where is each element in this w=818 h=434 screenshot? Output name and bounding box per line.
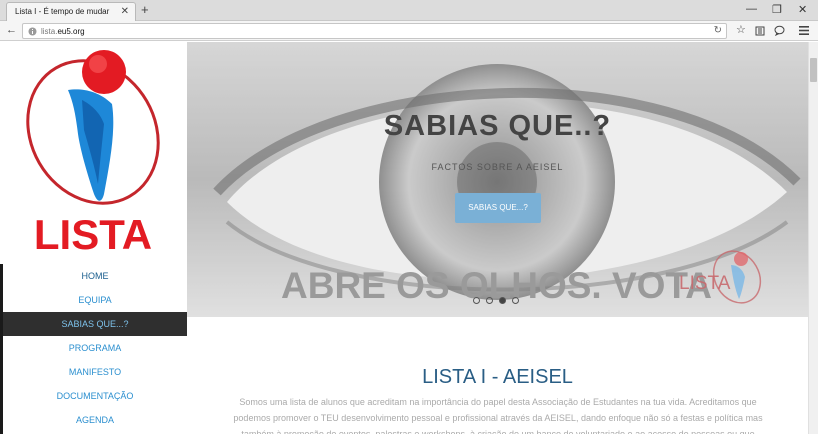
menu-item-documentacao[interactable]: DOCUMENTAÇÃO <box>3 384 187 408</box>
new-tab-button[interactable]: + <box>141 3 149 17</box>
site-info-icon[interactable] <box>28 27 37 36</box>
minimize-icon[interactable]: — <box>746 3 757 15</box>
window-close-icon[interactable]: ✕ <box>798 3 807 16</box>
slider-dots <box>473 291 525 309</box>
bookmark-star-icon[interactable]: ☆ <box>736 24 746 37</box>
lista-logo[interactable]: LISTA <box>20 44 166 261</box>
menu-item-home[interactable]: HOME <box>3 264 187 288</box>
reload-icon[interactable]: ↻ <box>714 25 722 36</box>
sabias-que-button[interactable]: SABIAS QUE...? <box>455 193 541 223</box>
slider-dot[interactable] <box>512 297 519 304</box>
intro-heading: LISTA I - AEISEL <box>422 366 573 388</box>
slider-dot[interactable] <box>486 297 493 304</box>
intro-paragraph: Somos uma lista de alunos que acreditam … <box>233 397 763 434</box>
browser-tab[interactable]: Lista I - É tempo de mudar ✕ <box>6 2 136 21</box>
back-arrow-icon[interactable]: ← <box>6 24 17 37</box>
slider-dot-active[interactable] <box>499 297 506 304</box>
tab-title: Lista I - É tempo de mudar <box>15 7 110 16</box>
sidebar: LISTA HOME EQUIPA SABIAS QUE...? PROGRAM… <box>0 42 187 434</box>
hero-title: SABIAS QUE..? <box>383 110 612 142</box>
hamburger-menu-icon[interactable] <box>799 26 809 35</box>
page-scrollbar[interactable] <box>808 42 818 434</box>
menu-item-programa[interactable]: PROGRAMA <box>3 336 187 360</box>
chat-bubble-icon[interactable] <box>774 25 785 36</box>
main-menu: HOME EQUIPA SABIAS QUE...? PROGRAMA MANI… <box>3 264 187 432</box>
menu-item-agenda[interactable]: AGENDA <box>3 408 187 432</box>
lista-watermark-logo: LISTA <box>679 250 762 304</box>
hero-slider: SABIAS QUE..? FACTOS SOBRE A AEISEL SABI… <box>187 42 808 317</box>
restore-icon[interactable]: ❐ <box>772 3 782 16</box>
menu-item-equipa[interactable]: EQUIPA <box>3 288 187 312</box>
menu-item-sabias-que[interactable]: SABIAS QUE...? <box>3 312 187 336</box>
close-tab-icon[interactable]: ✕ <box>121 6 129 17</box>
slider-dot[interactable] <box>473 297 480 304</box>
address-bar[interactable]: lista.eu5.org ↻ <box>22 23 727 39</box>
logo-text: LISTA <box>34 211 152 256</box>
web-page: LISTA HOME EQUIPA SABIAS QUE...? PROGRAM… <box>0 42 808 434</box>
menu-item-manifesto[interactable]: MANIFESTO <box>3 360 187 384</box>
watermark-text: LISTA <box>679 273 731 294</box>
navigation-bar: ← lista.eu5.org ↻ ☆ <box>0 21 818 41</box>
reading-list-icon[interactable] <box>755 26 765 36</box>
url-text: lista.eu5.org <box>41 27 85 36</box>
tab-bar: Lista I - É tempo de mudar ✕ + — ❐ ✕ <box>0 0 818 21</box>
hero-subtitle: FACTOS SOBRE A AEISEL <box>431 162 564 172</box>
scroll-thumb[interactable] <box>810 58 817 82</box>
